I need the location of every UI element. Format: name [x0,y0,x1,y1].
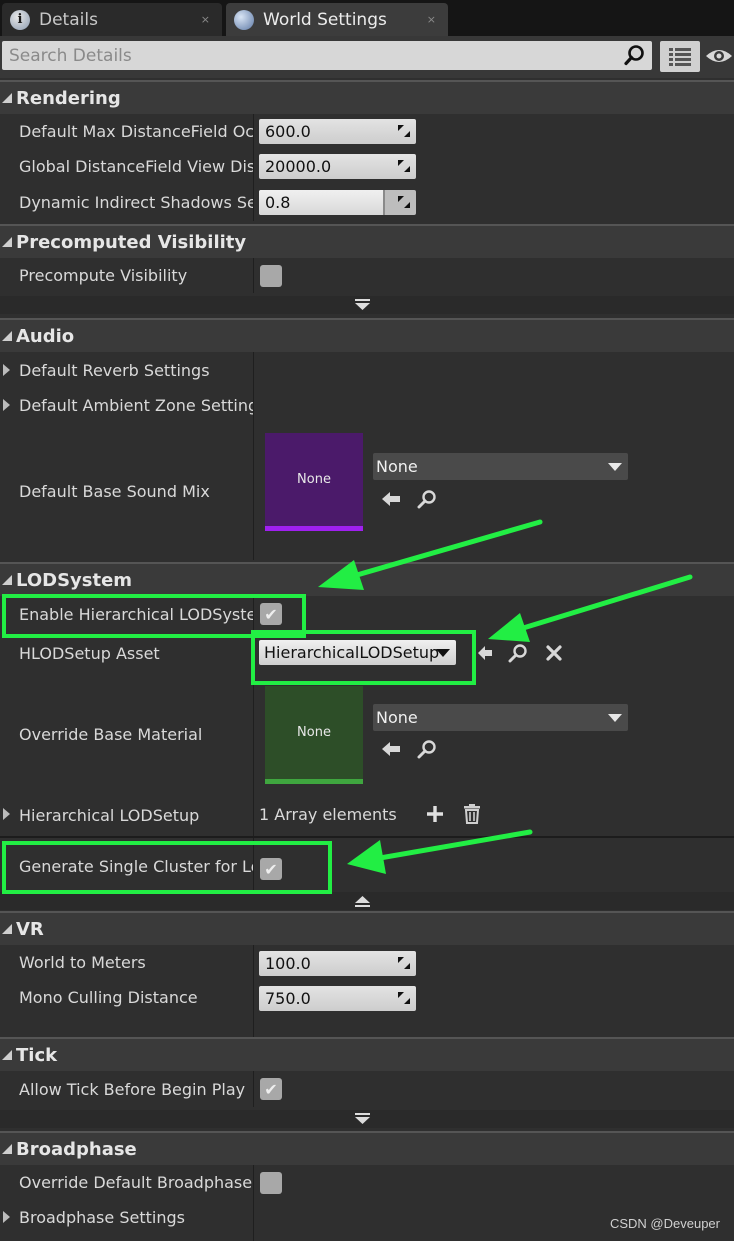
watermark: CSDN @Deveuper [609,1216,720,1231]
annotation-arrows [318,519,693,874]
